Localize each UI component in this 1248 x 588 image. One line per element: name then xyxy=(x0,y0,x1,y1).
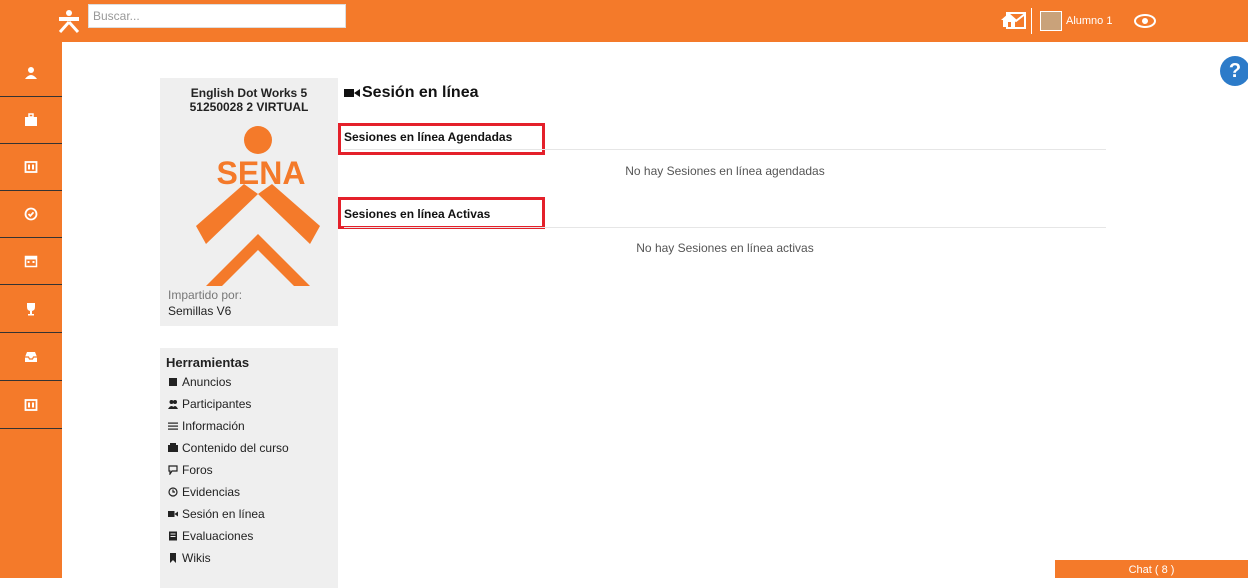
chat-button[interactable]: Chat ( 8 ) xyxy=(1055,560,1248,578)
help-button[interactable]: ? xyxy=(1220,56,1248,86)
tool-label: Anuncios xyxy=(182,375,232,389)
users-icon xyxy=(168,400,178,409)
briefcase-icon xyxy=(25,113,37,126)
tool-evaluaciones[interactable]: Evaluaciones xyxy=(168,526,253,546)
tool-contenido[interactable]: Contenido del curso xyxy=(168,438,289,458)
taught-by-value: Semillas V6 xyxy=(168,304,232,318)
course-card: English Dot Works 5 51250028 2 VIRTUAL S… xyxy=(160,78,338,326)
video-icon xyxy=(168,511,178,517)
user-name[interactable]: Alumno 1 xyxy=(1066,15,1112,27)
scheduled-empty-message: No hay Sesiones en línea agendadas xyxy=(625,164,825,178)
sidebar-item-library-2[interactable] xyxy=(0,382,62,429)
sidebar xyxy=(0,42,62,578)
content-icon xyxy=(168,443,178,452)
course-title: English Dot Works 5 51250028 2 VIRTUAL xyxy=(160,86,338,114)
announcement-icon xyxy=(169,378,177,386)
top-bar: Alumno 1 xyxy=(0,0,1248,42)
active-empty-message: No hay Sesiones en línea activas xyxy=(636,241,814,255)
calendar-icon xyxy=(24,255,38,268)
course-title-line2: 51250028 2 VIRTUAL xyxy=(189,100,309,114)
user-icon xyxy=(25,67,37,79)
divider xyxy=(344,227,1106,228)
tool-label: Evaluaciones xyxy=(182,529,254,543)
tool-label: Información xyxy=(182,419,245,433)
trophy-icon xyxy=(27,303,35,316)
divider xyxy=(344,149,1106,150)
tools-title: Herramientas xyxy=(166,355,250,370)
sidebar-item-tasks[interactable] xyxy=(0,191,62,238)
book-icon xyxy=(24,399,38,411)
tool-participantes[interactable]: Participantes xyxy=(168,394,251,414)
active-heading: Sesiones en línea Activas xyxy=(344,207,491,221)
sidebar-item-library[interactable] xyxy=(0,144,62,191)
sena-logo-text: SENA xyxy=(217,155,306,191)
tool-evidencias[interactable]: Evidencias xyxy=(168,482,240,502)
header-separator xyxy=(1031,8,1032,34)
tools-panel: Herramientas Anuncios Participantes Info… xyxy=(160,348,338,588)
inbox-icon xyxy=(25,352,37,362)
evaluation-icon xyxy=(169,531,177,541)
mail-icon[interactable] xyxy=(1006,12,1026,29)
sidebar-item-calendar[interactable] xyxy=(0,238,62,285)
tool-informacion[interactable]: Información xyxy=(168,416,245,436)
tool-label: Foros xyxy=(182,463,213,477)
tool-anuncios[interactable]: Anuncios xyxy=(168,372,231,392)
bookmark-icon xyxy=(170,553,176,563)
tool-sesion-en-linea[interactable]: Sesión en línea xyxy=(168,504,265,524)
list-icon xyxy=(168,422,178,430)
tool-label: Wikis xyxy=(182,551,211,565)
forum-icon xyxy=(168,465,178,475)
page-title-text: Sesión en línea xyxy=(362,84,479,101)
sena-logo: SENA xyxy=(196,126,320,286)
tool-label: Sesión en línea xyxy=(182,507,265,521)
tool-label: Contenido del curso xyxy=(182,441,289,455)
page-title: Sesión en línea xyxy=(344,84,478,102)
eye-icon[interactable] xyxy=(1134,13,1156,29)
sidebar-item-courses[interactable] xyxy=(0,97,62,144)
sidebar-item-profile[interactable] xyxy=(0,50,62,97)
book-icon xyxy=(24,161,38,173)
tool-label: Evidencias xyxy=(182,485,241,499)
sidebar-item-inbox[interactable] xyxy=(0,334,62,381)
tool-wikis[interactable]: Wikis xyxy=(168,548,211,568)
tool-label: Participantes xyxy=(182,397,252,411)
tool-foros[interactable]: Foros xyxy=(168,460,213,480)
scheduled-heading: Sesiones en línea Agendadas xyxy=(344,130,513,144)
avatar[interactable] xyxy=(1040,11,1062,31)
search-input[interactable] xyxy=(88,4,346,28)
video-icon xyxy=(344,89,360,97)
sena-logo-icon[interactable] xyxy=(56,8,82,34)
sidebar-item-achievements[interactable] xyxy=(0,286,62,333)
course-title-line1: English Dot Works 5 xyxy=(190,86,308,100)
clock-icon xyxy=(168,487,178,497)
taught-by-label: Impartido por: xyxy=(168,288,243,302)
check-circle-icon xyxy=(24,207,38,221)
